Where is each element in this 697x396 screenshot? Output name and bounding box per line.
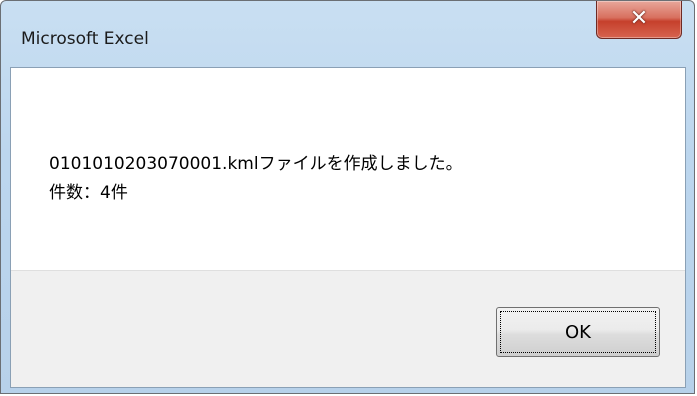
dialog-client-area: 0101010203070001.kmlファイルを作成しました。 件数：4件 O… xyxy=(10,67,686,388)
message-text-line-2: 件数：4件 xyxy=(49,183,128,203)
button-area: OK xyxy=(11,270,685,387)
message-box-window: Microsoft Excel ✕ 0101010203070001.kmlファ… xyxy=(0,0,695,394)
ok-button[interactable]: OK xyxy=(496,307,660,357)
message-area: 0101010203070001.kmlファイルを作成しました。 件数：4件 xyxy=(11,68,685,270)
message-text-line-1: 0101010203070001.kmlファイルを作成しました。 xyxy=(49,154,463,174)
close-button[interactable]: ✕ xyxy=(596,1,682,39)
close-icon: ✕ xyxy=(629,5,649,31)
window-title: Microsoft Excel xyxy=(21,29,149,49)
ok-button-label: OK xyxy=(565,321,591,343)
title-bar[interactable]: Microsoft Excel ✕ xyxy=(1,1,694,55)
